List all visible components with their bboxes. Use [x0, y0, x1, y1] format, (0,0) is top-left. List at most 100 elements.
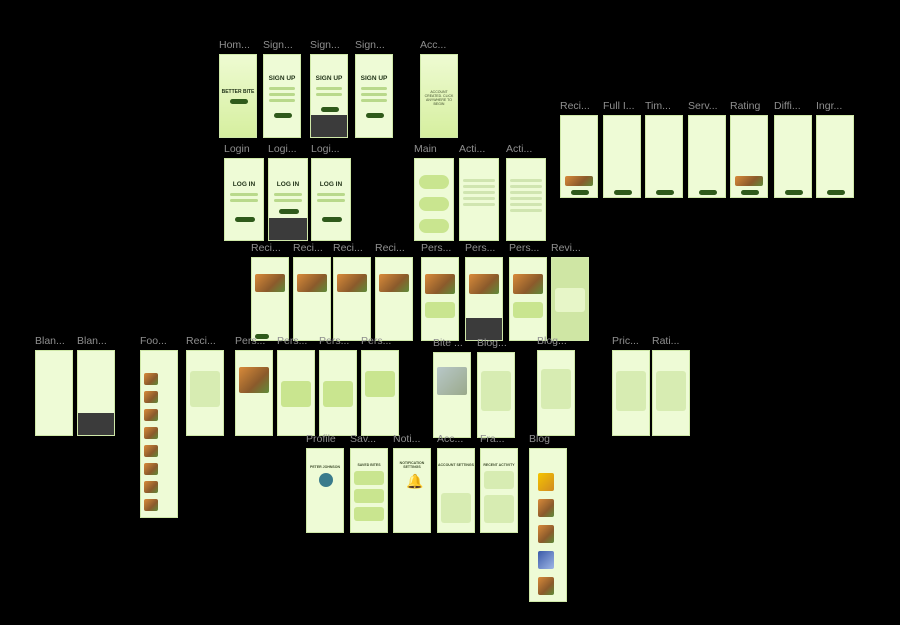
keyboard[interactable]: [311, 115, 347, 137]
frame-personal-7[interactable]: Pers...: [361, 335, 399, 436]
filter-panel[interactable]: [190, 371, 220, 407]
apply-button[interactable]: [827, 190, 845, 195]
frame-personal-2[interactable]: Pers...: [465, 242, 503, 341]
apply-button[interactable]: [656, 190, 674, 195]
blog-image[interactable]: [538, 473, 554, 491]
continue-button[interactable]: [274, 113, 292, 118]
frame-servings-filter[interactable]: Serv...: [688, 100, 726, 198]
apply-button[interactable]: [571, 190, 589, 195]
frame-recipe-1[interactable]: Reci...: [251, 242, 289, 341]
menu-option[interactable]: [419, 219, 449, 233]
frame-profile[interactable]: Profile PETER JOHNSON: [306, 433, 344, 533]
frame-ingredient-filter[interactable]: Ingr...: [816, 100, 854, 198]
input-field[interactable]: [316, 93, 342, 96]
frame-rating-filter[interactable]: Rating: [730, 100, 768, 198]
frame-bite[interactable]: Bite ...: [433, 337, 471, 438]
blog-panel[interactable]: [481, 371, 511, 411]
keyboard[interactable]: [78, 413, 114, 435]
frame-activity-2[interactable]: Acti...: [506, 143, 546, 241]
filter-panel[interactable]: [616, 371, 646, 411]
frame-personal-5[interactable]: Pers...: [277, 335, 315, 436]
frame-recent-activity[interactable]: Fra... RECENT ACTIVITY: [480, 433, 518, 533]
login-button[interactable]: [322, 217, 342, 222]
apply-button[interactable]: [741, 190, 759, 195]
frame-recipe-3[interactable]: Reci...: [333, 242, 371, 341]
frame-login-3[interactable]: Logi... LOG IN: [311, 143, 351, 241]
input-field[interactable]: [274, 199, 302, 202]
frame-personal-6[interactable]: Pers...: [319, 335, 357, 436]
input-field[interactable]: [230, 193, 258, 196]
blog-panel[interactable]: [541, 369, 571, 409]
input-field[interactable]: [269, 87, 295, 90]
menu-option[interactable]: [419, 197, 449, 211]
review-modal[interactable]: [555, 288, 585, 312]
menu-option[interactable]: [419, 175, 449, 189]
frame-login-2[interactable]: Logi... LOG IN: [268, 143, 308, 241]
frame-blog-2[interactable]: Blog...: [537, 335, 575, 436]
input-field[interactable]: [317, 199, 345, 202]
food-thumb[interactable]: [144, 409, 158, 421]
frame-recipe-2[interactable]: Reci...: [293, 242, 331, 341]
text-area[interactable]: [365, 371, 395, 397]
frame-blog-3[interactable]: Blog: [529, 433, 567, 602]
input-field[interactable]: [274, 193, 302, 196]
text-area[interactable]: [323, 381, 353, 407]
frame-difficulty-filter[interactable]: Diffi...: [774, 100, 812, 198]
frame-activity-1[interactable]: Acti...: [459, 143, 499, 241]
frame-blog-1[interactable]: Blog...: [477, 337, 515, 438]
frame-account-settings[interactable]: Acc... ACCOUNT SETTINGS: [437, 433, 475, 533]
login-button[interactable]: [235, 217, 255, 222]
input-field[interactable]: [230, 199, 258, 202]
frame-recipe-filter[interactable]: Reci...: [560, 100, 598, 198]
text-area[interactable]: [425, 302, 455, 318]
food-thumb[interactable]: [144, 463, 158, 475]
food-thumb[interactable]: [144, 427, 158, 439]
frame-price-filter[interactable]: Pric...: [612, 335, 650, 436]
frame-signup-3[interactable]: Sign... SIGN UP: [355, 39, 393, 138]
continue-button[interactable]: [366, 113, 384, 118]
blog-image[interactable]: [538, 499, 554, 517]
input-field[interactable]: [317, 193, 345, 196]
settings-panel[interactable]: [441, 493, 471, 523]
blog-image[interactable]: [538, 525, 554, 543]
frame-personal-4[interactable]: Pers...: [235, 335, 273, 436]
login-button[interactable]: [279, 209, 299, 214]
keyboard[interactable]: [269, 218, 307, 240]
frame-notification[interactable]: Noti... NOTIFICATION SETTINGS 🔔: [393, 433, 431, 533]
filter-panel[interactable]: [656, 371, 686, 411]
food-thumb[interactable]: [144, 445, 158, 457]
food-thumb[interactable]: [144, 499, 158, 511]
frame-main[interactable]: Main: [414, 143, 454, 241]
start-button[interactable]: [230, 99, 248, 104]
frame-blank-1[interactable]: Blan...: [35, 335, 73, 436]
input-field[interactable]: [269, 93, 295, 96]
apply-button[interactable]: [699, 190, 717, 195]
continue-button[interactable]: [321, 107, 339, 112]
saved-item[interactable]: [354, 489, 384, 503]
frame-full-list[interactable]: Full I...: [603, 100, 641, 198]
frame-review[interactable]: Revi...: [551, 242, 589, 341]
saved-item[interactable]: [354, 507, 384, 521]
frame-signup-2[interactable]: Sign... SIGN UP: [310, 39, 348, 138]
blog-image[interactable]: [538, 551, 554, 569]
frame-food-list[interactable]: Foo...: [140, 335, 178, 518]
apply-button[interactable]: [614, 190, 632, 195]
activity-panel[interactable]: [484, 471, 514, 489]
frame-home[interactable]: Hom... BETTER BITE: [219, 39, 257, 138]
frame-recipe-5[interactable]: Reci...: [186, 335, 224, 436]
frame-personal-1[interactable]: Pers...: [421, 242, 459, 341]
activity-panel[interactable]: [484, 495, 514, 523]
input-field[interactable]: [361, 87, 387, 90]
frame-time-filter[interactable]: Tim...: [645, 100, 683, 198]
frame-recipe-4[interactable]: Reci...: [375, 242, 413, 341]
frame-signup-1[interactable]: Sign... SIGN UP: [263, 39, 301, 138]
frame-saved[interactable]: Sav... SAVED BITES: [350, 433, 388, 533]
frame-account-created[interactable]: Acc... ACCOUNT CREATED. CLICK ANYWHERE T…: [420, 39, 458, 138]
input-field[interactable]: [269, 99, 295, 102]
text-area[interactable]: [513, 302, 543, 318]
input-field[interactable]: [316, 87, 342, 90]
apply-button[interactable]: [785, 190, 803, 195]
food-thumb[interactable]: [144, 391, 158, 403]
blog-image[interactable]: [538, 577, 554, 595]
frame-login-1[interactable]: Login LOG IN: [224, 143, 264, 241]
